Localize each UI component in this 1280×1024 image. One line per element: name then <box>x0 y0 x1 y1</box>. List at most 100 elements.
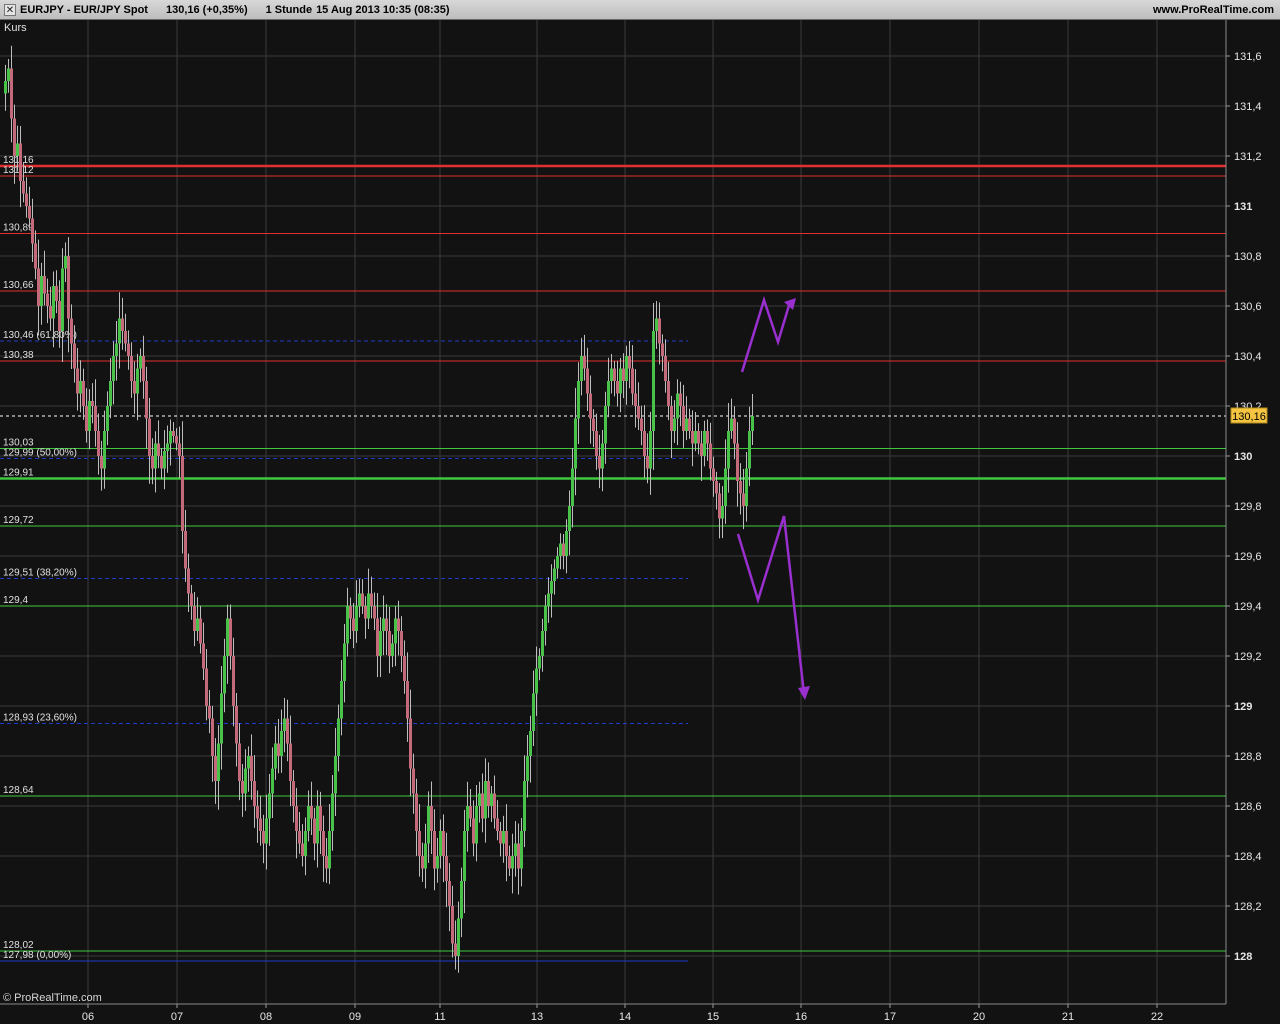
y-tick-label: 129 <box>1234 701 1252 713</box>
candle-body <box>496 818 499 831</box>
candle-body <box>658 318 661 344</box>
candle-body <box>343 643 346 681</box>
candle-body <box>391 643 394 656</box>
candle-body <box>709 443 712 469</box>
candle-body <box>184 531 187 569</box>
candle-body <box>151 456 154 469</box>
last-quote: 130,16 (+0,35%) <box>165 4 248 16</box>
candle-body <box>547 593 550 606</box>
candle-body <box>346 606 349 644</box>
candle-body <box>502 831 505 844</box>
candle-body <box>247 756 250 769</box>
current-price-tag: 130,16 <box>1230 407 1268 424</box>
candle-body <box>259 818 262 831</box>
candle-body <box>262 831 265 844</box>
candle-body <box>598 456 601 469</box>
candle-body <box>256 806 259 819</box>
candle-body <box>244 768 247 794</box>
candle-body <box>526 756 529 781</box>
candle-body <box>745 468 748 506</box>
fibonacci-label: 127,98 (0,00%) <box>3 950 71 961</box>
candle-body <box>304 831 307 856</box>
candle-body <box>577 381 580 419</box>
candle-body <box>307 806 310 831</box>
x-tick-label: 13 <box>531 1011 543 1023</box>
candle-body <box>439 831 442 856</box>
fibonacci-label: 129,51 (38,20%) <box>3 568 77 579</box>
candle-body <box>355 606 358 631</box>
candle-body <box>445 856 448 881</box>
candle-body <box>592 418 595 431</box>
candle-body <box>697 431 700 444</box>
candle-body <box>310 806 313 819</box>
chart-background <box>0 20 1280 1024</box>
price-chart[interactable]: 131,16131,12130,89130,66130,38130,03129,… <box>0 20 1280 1024</box>
candle-body <box>466 806 469 831</box>
candle-body <box>403 656 406 681</box>
candle-body <box>454 943 457 956</box>
candle-body <box>322 831 325 856</box>
candle-body <box>586 368 589 394</box>
candle-body <box>724 468 727 506</box>
fibonacci-label: 128,93 (23,60%) <box>3 713 77 724</box>
candle-body <box>625 356 628 381</box>
candle-body <box>457 918 460 956</box>
candle-body <box>574 418 577 469</box>
header-left: ✕ EURJPY - EUR/JPY Spot 130,16 (+0,35%) … <box>4 4 450 16</box>
candle-body <box>241 781 244 794</box>
candle-body <box>235 706 238 744</box>
candle-body <box>277 743 280 756</box>
candle-body <box>130 356 133 381</box>
website-link[interactable]: www.ProRealTime.com <box>1153 4 1274 16</box>
candle-body <box>349 606 352 619</box>
candle-body <box>10 68 13 119</box>
candle-body <box>424 843 427 869</box>
candle-body <box>499 831 502 844</box>
candle-body <box>286 718 289 744</box>
x-tick-label: 14 <box>619 1011 631 1023</box>
candle-body <box>118 318 121 344</box>
candle-body <box>55 286 58 301</box>
candle-body <box>250 756 253 781</box>
candle-body <box>484 781 487 819</box>
close-icon[interactable]: ✕ <box>4 4 16 16</box>
candle-body <box>715 481 718 494</box>
candle-body <box>646 456 649 469</box>
fibonacci-label: 130,46 (61,80%) <box>3 330 77 341</box>
candle-body <box>733 418 736 444</box>
candle-body <box>370 593 373 606</box>
candle-body <box>238 743 241 781</box>
candle-body <box>589 393 592 419</box>
y-tick-label: 129,4 <box>1234 601 1262 613</box>
y-tick-label: 129,6 <box>1234 551 1262 563</box>
price-tag-label: 130,16 <box>1232 411 1266 423</box>
candle-body <box>559 543 562 556</box>
candle-body <box>610 368 613 381</box>
candle-body <box>655 318 658 331</box>
y-tick-label: 130 <box>1234 451 1252 463</box>
candle-body <box>331 793 334 831</box>
y-tick-label: 128,6 <box>1234 801 1262 813</box>
candle-body <box>409 718 412 769</box>
y-tick-label: 128 <box>1234 951 1252 963</box>
candle-body <box>199 618 202 644</box>
x-tick-label: 09 <box>349 1011 361 1023</box>
candle-body <box>364 606 367 619</box>
timeframe: 1 Stunde <box>265 4 313 16</box>
candle-body <box>115 343 118 356</box>
candle-body <box>325 856 328 869</box>
candle-body <box>448 881 451 906</box>
panel-label: Kurs <box>4 22 27 34</box>
candle-body <box>751 416 754 431</box>
candle-body <box>61 268 64 331</box>
candle-body <box>361 593 364 606</box>
candle-body <box>64 256 67 269</box>
y-tick-label: 130,6 <box>1234 301 1262 313</box>
candle-body <box>58 301 61 331</box>
candle-body <box>13 118 16 156</box>
candle-body <box>205 668 208 706</box>
candle-body <box>535 668 538 694</box>
level-label: 129,91 <box>3 468 34 479</box>
candle-body <box>640 418 643 431</box>
candle-body <box>694 431 697 444</box>
